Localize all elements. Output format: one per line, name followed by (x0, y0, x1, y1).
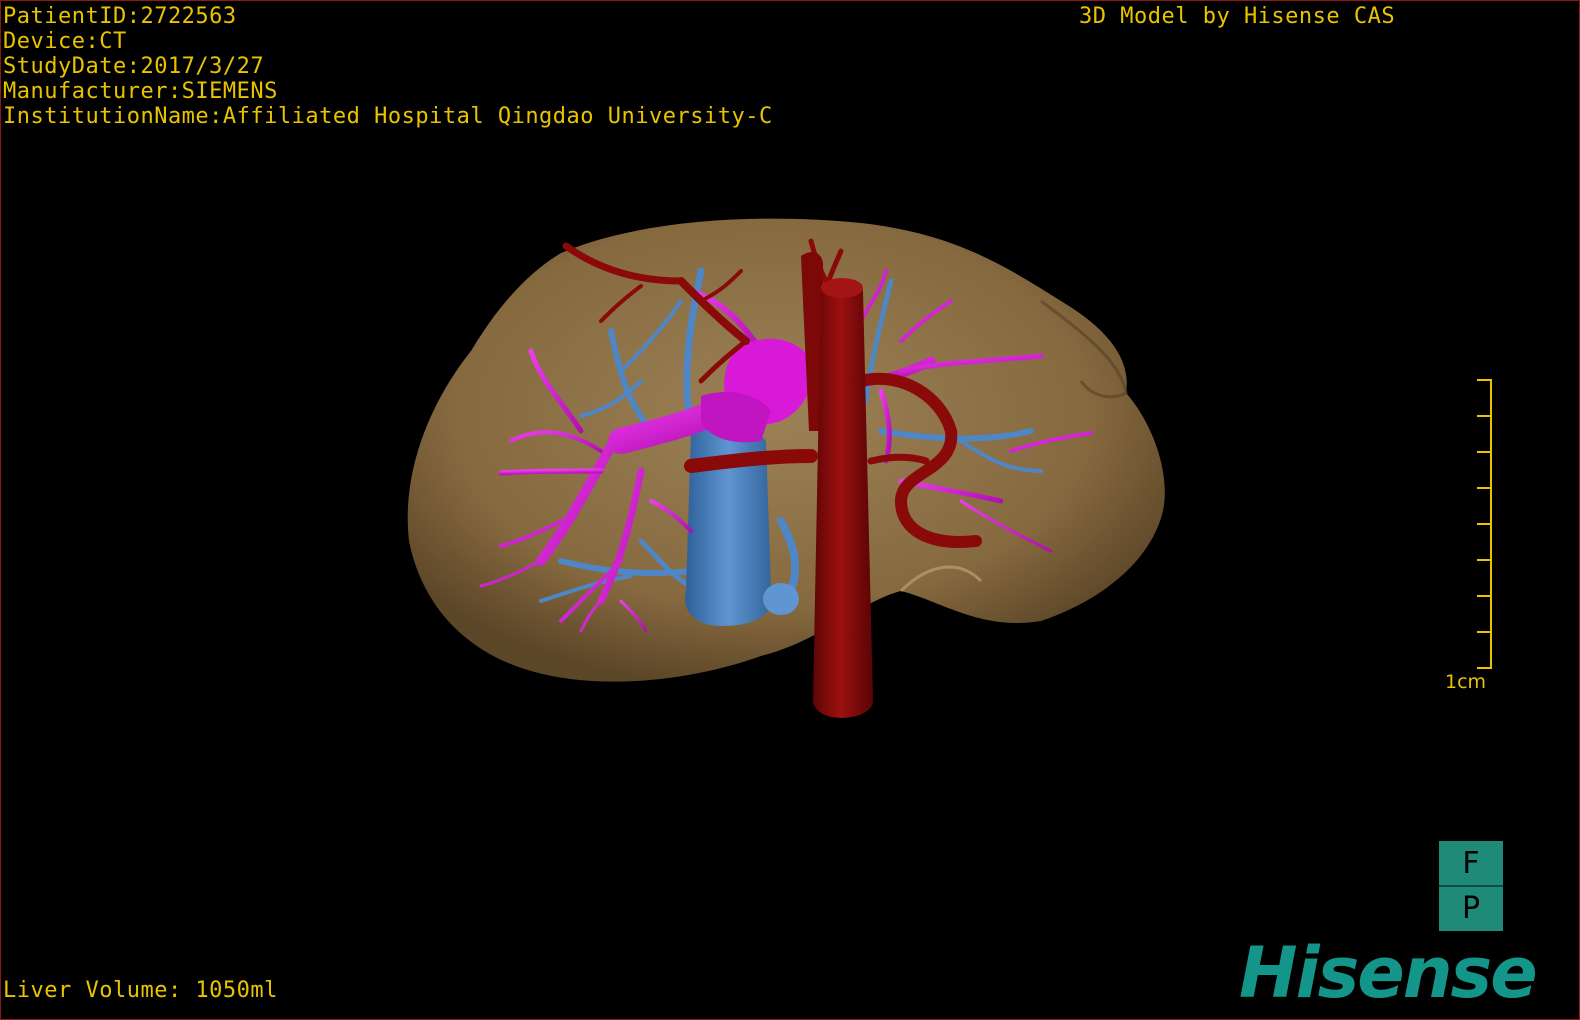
scale-ruler (1477, 379, 1492, 669)
orientation-face-front[interactable]: F (1439, 841, 1503, 886)
study-info-overlay: PatientID:2722563 Device:CT StudyDate:2017… (3, 4, 773, 129)
liver-volume-label: Liver Volume: 1050ml (3, 978, 278, 1003)
hisense-logo: Hisense (1239, 932, 1538, 1014)
orientation-face-posterior[interactable]: P (1439, 886, 1503, 931)
liver-3d-model[interactable] (1, 1, 1579, 1019)
patient-id-label: PatientID:2722563 (3, 4, 237, 29)
study-date-label: StudyDate:2017/3/27 (3, 54, 265, 79)
model-caption: 3D Model by Hisense CAS (1079, 4, 1396, 29)
device-label: Device:CT (3, 29, 127, 54)
scale-label: 1cm (1445, 671, 1487, 693)
3d-viewport[interactable]: PatientID:2722563 Device:CT StudyDate:2017… (0, 0, 1580, 1020)
institution-label: InstitutionName:Affiliated Hospital Qing… (3, 104, 773, 129)
manufacturer-label: Manufacturer:SIEMENS (3, 79, 278, 104)
orientation-cube[interactable]: F P (1439, 841, 1503, 931)
